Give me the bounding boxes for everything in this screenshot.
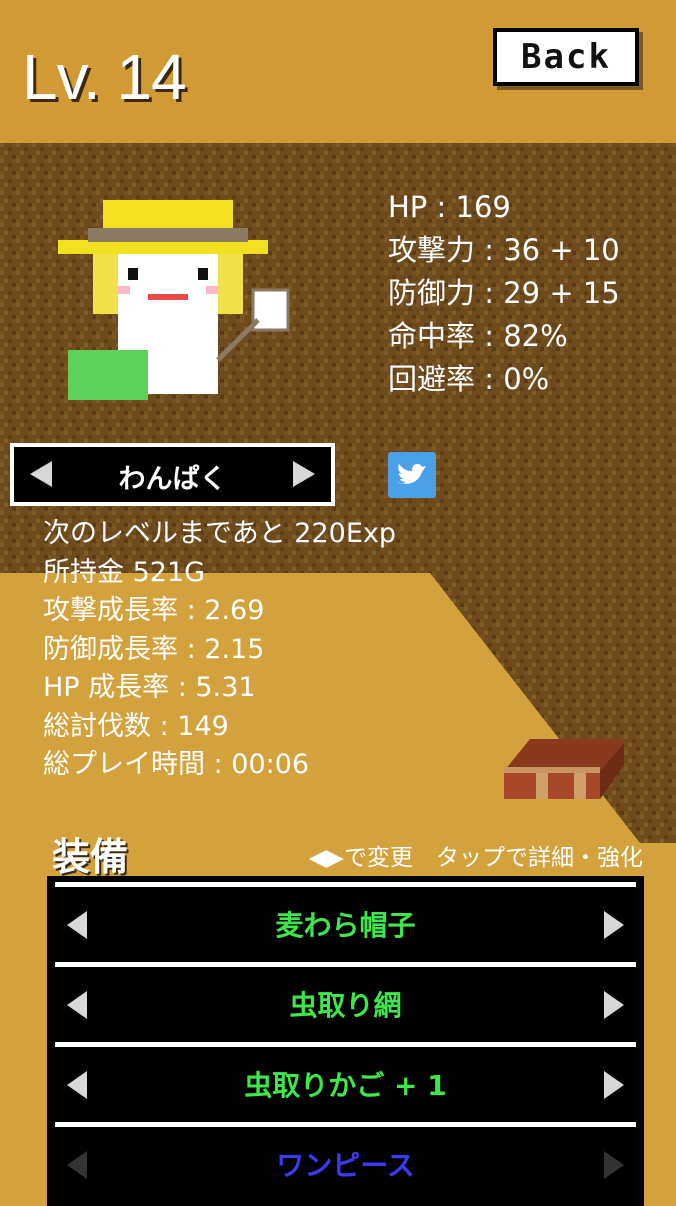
arrow-right-icon[interactable]: [289, 459, 319, 489]
equipment-slot-weapon[interactable]: 虫取り網: [55, 962, 636, 1034]
stat-evasion: 回避率 : 0%: [388, 362, 550, 396]
defense-growth: 防御成長率 : 2.15: [43, 633, 265, 665]
stat-defense: 防御力 : 29 + 15: [388, 276, 620, 310]
stat-hp: HP : 169: [388, 190, 511, 224]
equipment-title: 装備: [52, 835, 129, 879]
personality-selector[interactable]: わんぱく: [10, 443, 335, 506]
equipment-item-label: 虫取り網: [289, 989, 402, 1022]
twitter-share-button[interactable]: [388, 452, 436, 498]
stat-accuracy: 命中率 : 82%: [388, 319, 568, 353]
arrow-right-icon[interactable]: [600, 1149, 628, 1181]
equipment-slot-item[interactable]: 虫取りかご + 1: [55, 1042, 636, 1114]
equipment-slot-clothes[interactable]: ワンピース: [55, 1122, 636, 1194]
back-button[interactable]: Back: [493, 28, 639, 86]
personality-label: わんぱく: [118, 464, 227, 495]
equipment-item-label: ワンピース: [276, 1149, 415, 1182]
next-level-exp: 次のレベルまであと 220Exp: [43, 518, 397, 549]
info-panel: 次のレベルまであと 220Exp 所持金 521G 攻撃成長率 : 2.69 防…: [43, 515, 396, 785]
treasure-chest-icon[interactable]: [500, 735, 628, 803]
header-bar: Lv. 14 Back: [0, 0, 676, 143]
total-kills: 総討伐数 : 149: [43, 710, 229, 742]
equipment-hint: ◀▶で変更 タップで詳細・強化: [308, 845, 643, 871]
stat-attack: 攻撃力 : 36 + 10: [388, 233, 620, 267]
equipment-slot-hat[interactable]: 麦わら帽子: [55, 882, 636, 954]
arrow-right-icon[interactable]: [600, 989, 628, 1021]
equipment-item-label: 麦わら帽子: [275, 909, 416, 942]
arrow-right-icon[interactable]: [600, 1069, 628, 1101]
attack-growth: 攻撃成長率 : 2.69: [43, 595, 265, 626]
total-play-time: 総プレイ時間 : 00:06: [43, 749, 310, 780]
stats-panel: HP : 169 攻撃力 : 36 + 10 防御力 : 29 + 15 命中率…: [388, 186, 620, 401]
money: 所持金 521G: [43, 556, 206, 588]
twitter-bird-icon: [398, 463, 426, 484]
back-button-label: Back: [521, 37, 611, 77]
equipment-item-label: 虫取りかご + 1: [244, 1069, 447, 1102]
arrow-right-icon[interactable]: [600, 909, 628, 941]
hp-growth: HP 成長率 : 5.31: [43, 672, 256, 703]
level-label: Lv. 14: [22, 41, 187, 113]
equipment-panel: 麦わら帽子 虫取り網 虫取りかご + 1 ワンピース: [47, 876, 644, 1206]
character-sprite: [58, 200, 290, 400]
